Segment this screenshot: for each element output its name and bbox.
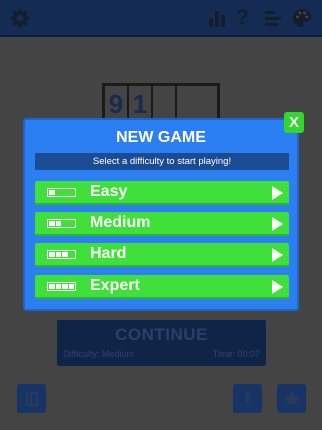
board-cell[interactable]: 1: [129, 86, 153, 122]
difficulty-label: Expert: [90, 277, 140, 294]
dialog-subtitle: Select a difficulty to start playing!: [35, 153, 289, 170]
play-arrow-icon: [272, 248, 283, 262]
facebook-button[interactable]: f: [233, 384, 262, 413]
difficulty-medium-button[interactable]: Medium: [35, 212, 289, 236]
book-button[interactable]: [17, 384, 46, 413]
book-icon: [25, 391, 38, 406]
palette-icon[interactable]: [292, 7, 312, 29]
bar-chart-icon[interactable]: [208, 7, 226, 29]
play-arrow-icon: [272, 186, 283, 200]
close-button[interactable]: X: [284, 112, 304, 133]
difficulty-hard-button[interactable]: Hard: [35, 243, 289, 267]
difficulty-meter-icon: [47, 188, 76, 197]
board-cell[interactable]: [177, 86, 201, 122]
continue-label: CONTINUE: [115, 325, 208, 344]
difficulty-label: Hard: [90, 245, 127, 262]
difficulty-expert-button[interactable]: Expert: [35, 275, 289, 299]
help-icon[interactable]: ?: [236, 6, 249, 29]
list-icon[interactable]: [264, 7, 282, 29]
difficulty-label: Easy: [90, 183, 128, 200]
facebook-icon: f: [244, 389, 251, 407]
board-cell[interactable]: [153, 86, 177, 122]
difficulty-label: Medium: [90, 214, 151, 231]
rate-button[interactable]: [277, 384, 306, 413]
dialog-title: NEW GAME: [116, 129, 206, 146]
new-game-dialog: NEW GAME Select a difficulty to start pl…: [23, 118, 299, 311]
gear-icon[interactable]: [10, 7, 30, 29]
difficulty-easy-button[interactable]: Easy: [35, 181, 289, 205]
continue-time: Time: 00:07: [212, 349, 260, 359]
difficulty-meter-icon: [47, 250, 76, 259]
continue-difficulty: Difficulty: Medium: [63, 349, 134, 359]
play-arrow-icon: [272, 217, 283, 231]
star-icon: [283, 390, 300, 406]
top-bar: ?: [0, 0, 322, 37]
play-arrow-icon: [272, 280, 283, 294]
continue-button[interactable]: CONTINUE Difficulty: Medium Time: 00:07: [57, 320, 266, 366]
board-cell[interactable]: 9: [105, 86, 129, 122]
difficulty-meter-icon: [47, 282, 76, 291]
difficulty-meter-icon: [47, 219, 76, 228]
